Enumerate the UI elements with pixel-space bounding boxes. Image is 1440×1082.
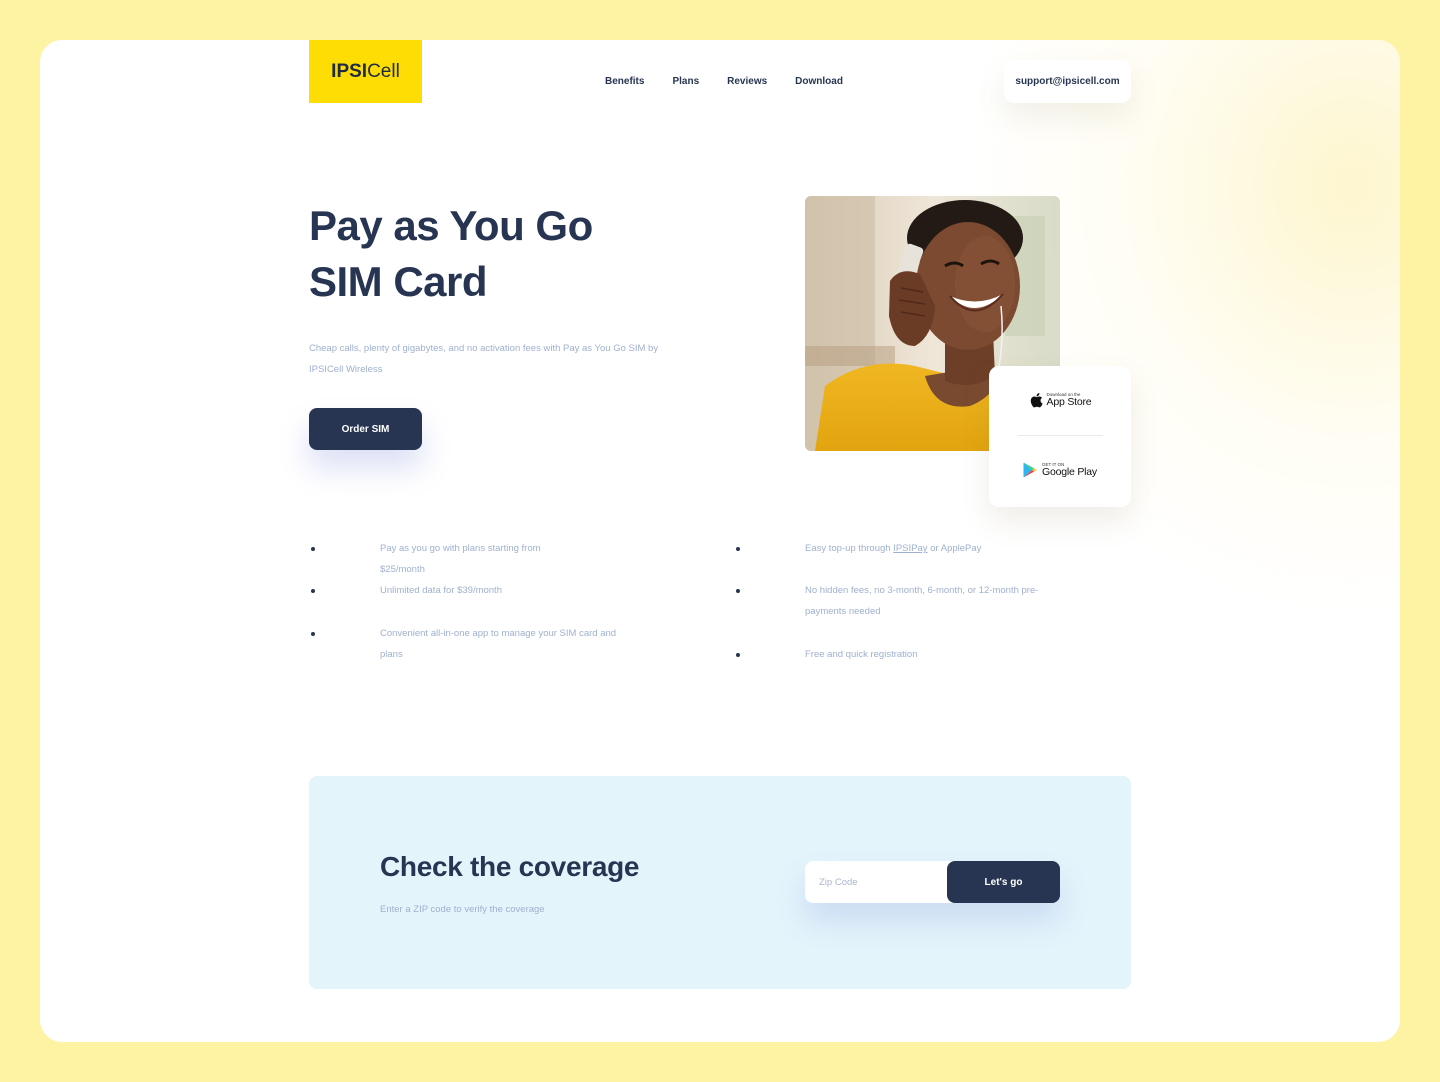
features-left: Pay as you go with plans starting from $… [309,538,669,665]
nav-link-plans[interactable]: Plans [672,76,699,87]
features-right: Easy top-up through IPSIPay or ApplePay … [734,538,1094,665]
hero-title-line-1: Pay as You Go [309,202,593,249]
main-nav: Benefits Plans Reviews Download [605,76,843,87]
list-item: Free and quick registration [734,644,1044,665]
zip-form: Let's go [805,861,1060,903]
list-item: Unlimited data for $39/month [309,580,559,601]
feature-text: Unlimited data for $39/month [380,585,502,596]
lets-go-button[interactable]: Let's go [947,861,1060,903]
feature-text: No hidden fees, no 3-month, 6-month, or … [805,585,1039,617]
bullet-dot [311,547,315,551]
nav-link-reviews[interactable]: Reviews [727,76,767,87]
hero-description: Cheap calls, plenty of gigabytes, and no… [309,343,659,375]
feature-text-suffix: or ApplePay [927,543,982,554]
feature-text: Convenient all-in-one app to manage your… [380,628,617,660]
ipsipay-link[interactable]: IPSIPay [893,543,927,554]
google-play-text: GET IT ON Google Play [1041,462,1097,478]
app-store-text: Download on the App Store [1046,392,1092,408]
logo-regular-text: Cell [367,60,400,82]
list-item: Easy top-up through IPSIPay or ApplePay [734,538,1094,559]
bullet-dot [736,653,740,657]
app-store-badge[interactable]: Download on the App Store [989,392,1131,408]
bullet-dot [736,589,740,593]
feature-text-prefix: Easy top-up through [805,543,894,554]
google-play-icon [1023,462,1037,478]
nav-link-benefits[interactable]: Benefits [605,76,644,87]
logo[interactable]: IPSI Cell [309,40,422,103]
coverage-subtitle: Enter a ZIP code to verify the coverage [380,904,545,915]
order-sim-button[interactable]: Order SIM [309,408,422,450]
list-item: Convenient all-in-one app to manage your… [309,623,619,665]
bullet-dot [311,589,315,593]
feature-text: Pay as you go with plans starting from $… [380,543,541,575]
google-play-big-text: Google Play [1041,466,1097,478]
store-divider [1018,435,1103,436]
list-item: No hidden fees, no 3-month, 6-month, or … [734,580,1044,622]
nav-link-download[interactable]: Download [795,76,843,87]
zip-code-input[interactable] [805,861,947,903]
bullet-dot [736,547,740,551]
coverage-title: Check the coverage [380,851,640,882]
hero-title-line-2: SIM Card [309,258,488,305]
bullet-dot [311,632,315,636]
google-play-badge[interactable]: GET IT ON Google Play [989,462,1131,478]
logo-bold-text: IPSI [331,60,368,82]
list-item: Pay as you go with plans starting from $… [309,538,559,580]
app-store-card: Download on the App Store GET IT ON Goog… [989,366,1131,507]
app-store-big-text: App Store [1046,396,1092,408]
support-email-button[interactable]: support@ipsicell.com [1004,60,1131,103]
apple-icon [1030,393,1043,408]
feature-text: Free and quick registration [805,649,918,660]
hero-title: Pay as You Go SIM Card [309,198,729,310]
coverage-section: Check the coverage Enter a ZIP code to v… [309,776,1131,989]
page-card: IPSI Cell Benefits Plans Reviews Download… [40,40,1400,1042]
